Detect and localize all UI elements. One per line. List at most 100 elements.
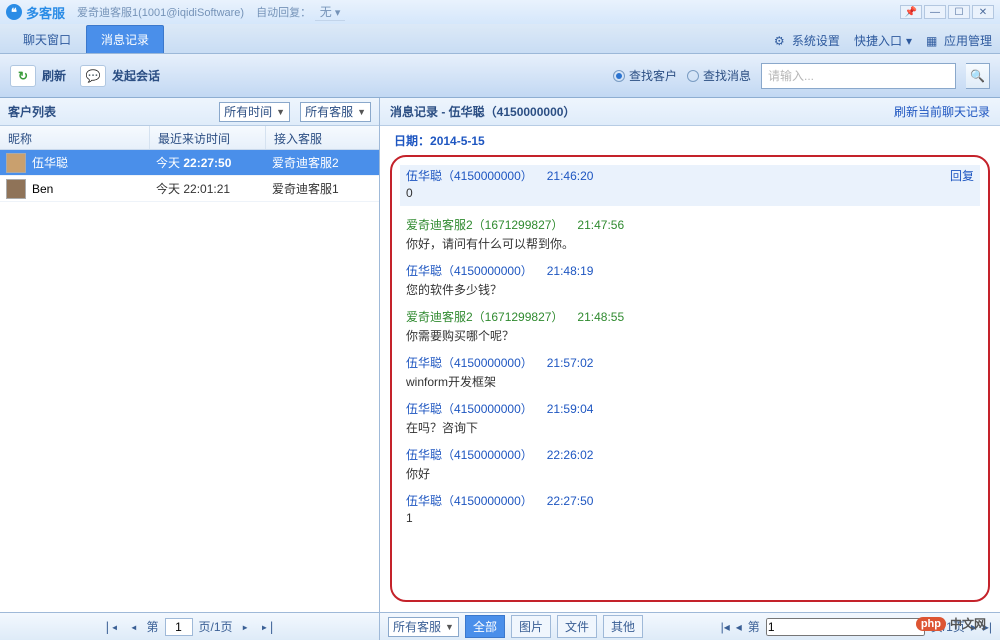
app-manage-button[interactable]: ▦应用管理 <box>926 32 992 49</box>
message-time: 22:26:02 <box>547 448 594 462</box>
message-body: 您的软件多少钱？ <box>406 281 974 298</box>
message-sender: 伍华聪（4150000000） <box>406 492 533 509</box>
seg-file[interactable]: 文件 <box>557 615 597 638</box>
refresh-button[interactable]: ↻ 刷新 <box>10 65 66 87</box>
message-sender: 伍华聪（4150000000） <box>406 400 533 417</box>
message-item: 伍华聪（4150000000） 21:59:04 在吗？咨询下 <box>406 400 974 436</box>
message-header: 伍华聪（4150000000） 21:46:20 回复 <box>406 167 974 184</box>
message-sender: 伍华聪（4150000000） <box>406 262 533 279</box>
rpager-label-pre: 第 <box>748 618 760 635</box>
message-sender: 爱奇迪客服2（1671299827） <box>406 308 563 325</box>
message-body: 在吗？咨询下 <box>406 419 974 436</box>
pin-button[interactable]: 📌 <box>900 5 922 19</box>
message-body: 你需要购买哪个呢？ <box>406 327 974 344</box>
avatar <box>6 179 26 199</box>
app-logo-icon: ❝ <box>6 4 22 20</box>
message-sender: 爱奇迪客服2（1671299827） <box>406 216 563 233</box>
pager-last[interactable]: ▸| <box>258 620 278 634</box>
message-sender: 伍华聪（4150000000） <box>406 167 533 184</box>
app-name: 多客服 <box>26 3 65 22</box>
message-item: 伍华聪（4150000000） 21:48:19 您的软件多少钱？ <box>406 262 974 298</box>
close-button[interactable]: ✕ <box>972 5 994 19</box>
message-body: 0 <box>406 186 974 200</box>
pager-first[interactable]: |◂ <box>101 620 121 634</box>
message-header: 伍华聪（4150000000） 21:59:04 <box>406 400 974 417</box>
pager-prev[interactable]: ◂ <box>127 620 140 634</box>
message-time: 21:46:20 <box>547 169 594 183</box>
message-box: 伍华聪（4150000000） 21:46:20 回复 0 爱奇迪客服2（1671299… <box>390 155 990 602</box>
seg-all[interactable]: 全部 <box>465 615 505 638</box>
table-row[interactable]: Ben 今天 22:01:21 爱奇迪客服1 <box>0 176 379 202</box>
search-button[interactable]: 🔍 <box>966 63 990 89</box>
watermark: php 中文网 <box>916 615 986 632</box>
rpager-page-input[interactable] <box>766 618 925 636</box>
refresh-icon: ↻ <box>10 65 36 87</box>
right-pane: 消息记录 - 伍华聪（4150000000） 刷新当前聊天记录 日期：2014-… <box>380 98 1000 640</box>
rpager-prev[interactable]: ◂ <box>736 620 742 634</box>
seg-other[interactable]: 其他 <box>603 615 643 638</box>
message-time: 21:59:04 <box>547 402 594 416</box>
filter-time-combo[interactable]: 所有时间▼ <box>219 102 290 122</box>
refresh-chat-link[interactable]: 刷新当前聊天记录 <box>894 103 990 120</box>
customer-table-header: 昵称 最近来访时间 接入客服 <box>0 126 379 150</box>
record-title: 消息记录 - 伍华聪（4150000000） <box>390 103 575 120</box>
message-header: 伍华聪（4150000000） 21:48:19 <box>406 262 974 279</box>
search-icon: 🔍 <box>970 69 985 83</box>
message-header: 爱奇迪客服2（1671299827） 21:47:56 <box>406 216 974 233</box>
cell-nick: Ben <box>32 182 156 196</box>
action-bar: ↻ 刷新 💬 发起会话 查找客户 查找消息 🔍 <box>0 54 1000 98</box>
rpager-first[interactable]: |◂ <box>721 620 730 634</box>
col-nickname[interactable]: 昵称 <box>0 126 150 149</box>
message-item: 爱奇迪客服2（1671299827） 21:47:56 你好，请问有什么可以帮到你。 <box>406 216 974 252</box>
message-body: 你好 <box>406 465 974 482</box>
record-date: 日期：2014-5-15 <box>380 126 1000 155</box>
search-input[interactable] <box>768 69 949 83</box>
right-pager: 所有客服▼ 全部 图片 文件 其他 |◂ ◂ 第 页/1页 ▸ ▸| <box>380 612 1000 640</box>
record-header: 消息记录 - 伍华聪（4150000000） 刷新当前聊天记录 <box>380 98 1000 126</box>
customer-list-header: 客户列表 所有时间▼ 所有客服▼ <box>0 98 379 126</box>
message-time: 21:57:02 <box>547 356 594 370</box>
table-row[interactable]: 伍华聪 今天 22:27:50 爱奇迪客服2 <box>0 150 379 176</box>
left-pane: 客户列表 所有时间▼ 所有客服▼ 昵称 最近来访时间 接入客服 伍华聪 今天 2… <box>0 98 380 640</box>
message-time: 21:47:56 <box>577 218 624 232</box>
message-item: 伍华聪（4150000000）21:57:02 winform开发框架 <box>406 354 974 390</box>
message-item: 伍华聪（4150000000） 21:46:20 回复 0 <box>400 165 980 206</box>
message-sender: 伍华聪（4150000000） <box>406 446 533 463</box>
new-session-button[interactable]: 💬 发起会话 <box>80 65 160 87</box>
message-header: 伍华聪（4150000000） 22:27:50 <box>406 492 974 509</box>
left-pager: |◂ ◂ 第 页/1页 ▸ ▸| <box>0 612 379 640</box>
maximize-button[interactable]: ☐ <box>948 5 970 19</box>
pager-next[interactable]: ▸ <box>239 620 252 634</box>
cell-time: 今天 22:27:50 <box>156 154 272 171</box>
quick-entry-button[interactable]: 快捷入口 ▾ <box>854 32 912 49</box>
grid-icon: ▦ <box>926 34 940 48</box>
message-item: 伍华聪（4150000000）22:27:501 <box>406 492 974 525</box>
message-body: winform开发框架 <box>406 373 974 390</box>
reply-link[interactable]: 回复 <box>950 167 974 184</box>
message-time: 21:48:19 <box>547 264 594 278</box>
pager-label-pre: 第 <box>146 618 158 635</box>
search-input-wrapper <box>761 63 956 89</box>
message-time: 22:27:50 <box>547 494 594 508</box>
filter-agent-combo[interactable]: 所有客服▼ <box>300 102 371 122</box>
pager-label-mid: 页/1页 <box>199 618 233 635</box>
tab-message-records[interactable]: 消息记录 <box>86 25 164 53</box>
avatar <box>6 153 26 173</box>
cell-agent: 爱奇迪客服1 <box>272 180 379 197</box>
minimize-button[interactable]: — <box>924 5 946 19</box>
system-settings-button[interactable]: ⚙系统设置 <box>774 32 840 49</box>
message-time: 21:48:55 <box>577 310 624 324</box>
radio-search-message[interactable]: 查找消息 <box>687 67 751 84</box>
col-agent[interactable]: 接入客服 <box>266 126 379 149</box>
radio-search-customer[interactable]: 查找客户 <box>613 67 677 84</box>
message-body: 你好，请问有什么可以帮到你。 <box>406 235 974 252</box>
col-lastvisit[interactable]: 最近来访时间 <box>150 126 266 149</box>
tab-chat-window[interactable]: 聊天窗口 <box>8 25 86 53</box>
watermark-badge: php <box>916 617 946 631</box>
seg-image[interactable]: 图片 <box>511 615 551 638</box>
auto-reply-value[interactable]: 无 ▾ <box>315 3 345 21</box>
auto-reply-label: 自动回复： <box>256 4 311 20</box>
message-header: 伍华聪（4150000000）21:57:02 <box>406 354 974 371</box>
pager-page-input[interactable] <box>165 618 193 636</box>
right-filter-agent-combo[interactable]: 所有客服▼ <box>388 617 459 637</box>
